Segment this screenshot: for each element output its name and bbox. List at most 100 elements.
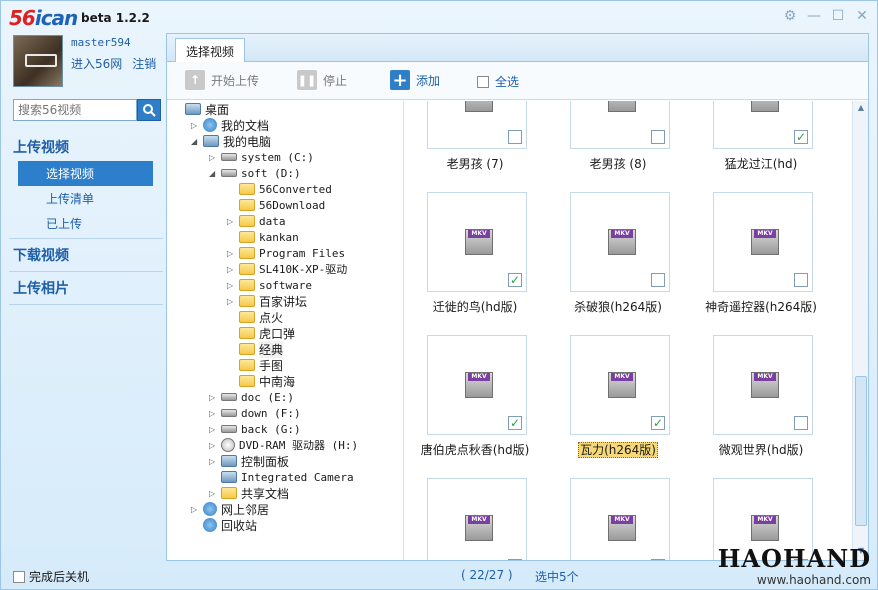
expand-arrow-icon[interactable]: ▷ bbox=[227, 297, 237, 306]
video-checkbox[interactable] bbox=[508, 559, 522, 560]
video-thumbnail[interactable]: MKV bbox=[570, 101, 670, 149]
video-thumbnail[interactable]: MKV bbox=[570, 478, 670, 560]
video-checkbox[interactable] bbox=[651, 273, 665, 287]
enter-site-link[interactable]: 进入56网 bbox=[71, 55, 122, 72]
expand-arrow-icon[interactable]: ▷ bbox=[191, 121, 201, 130]
expand-arrow-icon[interactable]: ◢ bbox=[191, 137, 201, 146]
video-checkbox[interactable]: ✓ bbox=[651, 416, 665, 430]
tree-node[interactable]: ▷ software bbox=[227, 277, 312, 293]
add-button[interactable]: + 添加 bbox=[390, 70, 440, 91]
scroll-up-icon[interactable]: ▲ bbox=[853, 103, 869, 115]
video-checkbox[interactable]: ✓ bbox=[508, 416, 522, 430]
video-checkbox[interactable] bbox=[508, 130, 522, 144]
tree-node[interactable]: Integrated Camera bbox=[209, 469, 354, 485]
expand-arrow-icon[interactable]: ▷ bbox=[209, 393, 219, 402]
nav-upload-photos[interactable]: 上传相片 bbox=[9, 274, 163, 302]
shutdown-checkbox[interactable] bbox=[13, 570, 25, 583]
start-upload-button[interactable]: ↑ 开始上传 bbox=[185, 70, 259, 90]
expand-arrow-icon[interactable]: ◢ bbox=[209, 169, 219, 178]
mkv-label: MKV bbox=[611, 516, 633, 524]
nav-upload-video[interactable]: 上传视频 bbox=[9, 133, 163, 161]
tree-node[interactable]: ▷ doc (E:) bbox=[209, 389, 294, 405]
vertical-scrollbar[interactable]: ▲ ▼ bbox=[852, 101, 868, 560]
tree-node[interactable]: 56Download bbox=[227, 197, 325, 213]
tree-node[interactable]: ▷ 共享文档 bbox=[209, 485, 289, 501]
search-button[interactable] bbox=[137, 99, 161, 121]
video-thumbnail[interactable]: MKV bbox=[427, 478, 527, 560]
minimize-icon[interactable]: — bbox=[807, 9, 821, 23]
tree-node-label: 我的电脑 bbox=[223, 134, 272, 149]
tree-node[interactable]: ▷ Program Files bbox=[227, 245, 345, 261]
tree-node[interactable]: ▷ 控制面板 bbox=[209, 453, 289, 469]
select-all-checkbox[interactable]: 全选 bbox=[477, 73, 519, 90]
video-title: 老男孩 (7) bbox=[405, 155, 545, 172]
video-checkbox[interactable]: ✓ bbox=[508, 273, 522, 287]
tree-node[interactable]: 56Converted bbox=[227, 181, 332, 197]
tree-node[interactable]: ◢ soft (D:) bbox=[209, 165, 301, 181]
video-title-text: 微观世界(hd版) bbox=[718, 443, 804, 457]
maximize-icon[interactable]: ☐ bbox=[831, 9, 845, 23]
tree-node[interactable]: ▷ down (F:) bbox=[209, 405, 301, 421]
video-checkbox[interactable] bbox=[794, 416, 808, 430]
tree-node[interactable]: kankan bbox=[227, 229, 299, 245]
video-thumbnail[interactable]: MKV bbox=[427, 101, 527, 149]
shutdown-option[interactable]: 完成后关机 bbox=[13, 568, 89, 585]
expand-arrow-icon[interactable]: ▷ bbox=[227, 217, 237, 226]
tree-node[interactable]: ▷ 百家讲坛 bbox=[227, 293, 307, 309]
stop-button[interactable]: ❚❚ 停止 bbox=[297, 70, 347, 90]
tree-node[interactable]: ▷ system (C:) bbox=[209, 149, 314, 165]
nav-upload-list[interactable]: 上传清单 bbox=[9, 186, 163, 211]
tree-node[interactable]: ▷ DVD-RAM 驱动器 (H:) bbox=[209, 437, 358, 453]
video-checkbox[interactable]: ✓ bbox=[794, 130, 808, 144]
expand-arrow-icon[interactable]: ▷ bbox=[209, 425, 219, 434]
nav-select-video[interactable]: 选择视频 bbox=[18, 161, 153, 186]
video-checkbox[interactable] bbox=[794, 273, 808, 287]
tree-node[interactable]: ▷ back (G:) bbox=[209, 421, 301, 437]
video-thumbnail[interactable]: MKV ✓ bbox=[427, 335, 527, 435]
tree-node[interactable]: 点火 bbox=[227, 309, 283, 325]
video-thumbnail[interactable]: MKV ✓ bbox=[570, 335, 670, 435]
video-thumbnail[interactable]: MKV ✓ bbox=[427, 192, 527, 292]
expand-arrow-icon[interactable]: ▷ bbox=[191, 505, 201, 514]
expand-arrow-icon[interactable]: ▷ bbox=[209, 457, 219, 466]
expand-arrow-icon[interactable]: ▷ bbox=[227, 249, 237, 258]
video-checkbox[interactable] bbox=[651, 130, 665, 144]
tree-node[interactable]: 中南海 bbox=[227, 373, 295, 389]
expand-arrow-icon[interactable]: ▷ bbox=[227, 265, 237, 274]
tree-node[interactable]: ▷ SL410K-XP-驱动 bbox=[227, 261, 347, 277]
settings-icon[interactable]: ⚙ bbox=[783, 9, 797, 23]
video-checkbox[interactable] bbox=[651, 559, 665, 560]
watermark-brand: HAOHAND bbox=[717, 544, 871, 573]
video-thumbnail[interactable]: MKV bbox=[713, 335, 813, 435]
tree-node[interactable]: ▷ 我的文档 bbox=[191, 117, 269, 133]
tree-node[interactable]: 经典 bbox=[227, 340, 284, 358]
tree-node-label: 百家讲坛 bbox=[259, 294, 308, 309]
mkv-label: MKV bbox=[754, 230, 776, 238]
video-thumbnail[interactable]: MKV bbox=[713, 192, 813, 292]
expand-arrow-icon[interactable]: ▷ bbox=[209, 489, 219, 498]
search-input[interactable] bbox=[13, 99, 137, 121]
video-thumbnail[interactable]: MKV ✓ bbox=[713, 101, 813, 149]
select-all-box[interactable] bbox=[477, 75, 489, 88]
tree-node[interactable]: 虎口弹 bbox=[227, 325, 295, 341]
expand-arrow-icon[interactable]: ▷ bbox=[209, 441, 219, 450]
logout-link[interactable]: 注销 bbox=[132, 55, 156, 72]
logo-part-b: ican bbox=[34, 6, 78, 30]
tree-node[interactable]: ▷ data bbox=[227, 213, 286, 229]
nav-uploaded[interactable]: 已上传 bbox=[9, 211, 163, 236]
tree-node[interactable]: ◢ 我的电脑 bbox=[191, 133, 271, 149]
mkv-file-icon: MKV bbox=[608, 372, 636, 398]
scroll-thumb[interactable] bbox=[855, 376, 867, 526]
video-thumbnail[interactable]: MKV bbox=[570, 192, 670, 292]
tree-node[interactable]: 手图 bbox=[227, 357, 283, 373]
nav-download-video[interactable]: 下载视频 bbox=[9, 241, 163, 269]
tab-select-video[interactable]: 选择视频 bbox=[175, 38, 246, 63]
tree-node[interactable]: 回收站 bbox=[191, 517, 257, 533]
selection-count: ( 22/27 ) bbox=[461, 568, 513, 582]
tree-node[interactable]: 桌面 bbox=[173, 101, 229, 117]
expand-arrow-icon[interactable]: ▷ bbox=[209, 409, 219, 418]
close-icon[interactable]: ✕ bbox=[855, 9, 869, 23]
expand-arrow-icon[interactable]: ▷ bbox=[227, 281, 237, 290]
tree-node[interactable]: ▷ 网上邻居 bbox=[191, 501, 269, 517]
expand-arrow-icon[interactable]: ▷ bbox=[209, 153, 219, 162]
